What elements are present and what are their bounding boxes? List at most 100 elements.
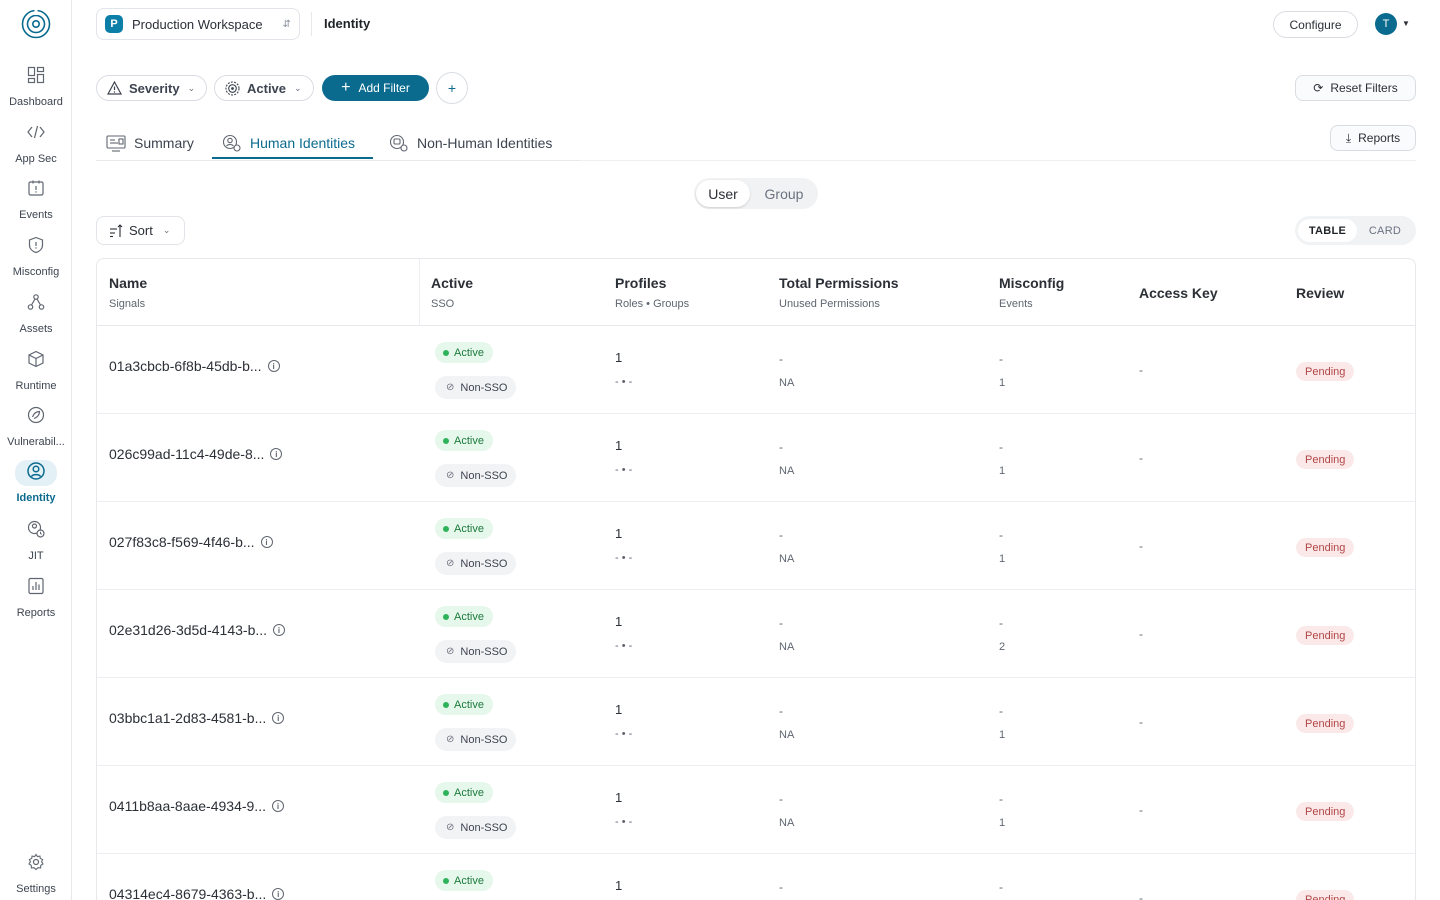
identity-name[interactable]: 026c99ad-11c4-49de-8... i bbox=[109, 446, 283, 462]
sidebar-item-label: App Sec bbox=[15, 153, 57, 165]
reset-filters-label: Reset Filters bbox=[1330, 81, 1398, 95]
active-badge: Active bbox=[435, 342, 493, 363]
column-title: Name bbox=[109, 275, 148, 291]
active-badge: Active bbox=[435, 606, 493, 627]
unused-permissions: NA bbox=[779, 553, 795, 565]
tab-human-identities[interactable]: Human Identities bbox=[222, 126, 355, 160]
info-icon[interactable]: i bbox=[272, 888, 285, 900]
review-status-badge[interactable]: Pending bbox=[1296, 450, 1355, 469]
identity-name[interactable]: 0411b8aa-8aae-4934-9... i bbox=[109, 798, 284, 814]
active-badge-label: Active bbox=[454, 522, 484, 535]
info-icon[interactable]: i bbox=[260, 536, 273, 548]
unused-permissions: NA bbox=[779, 465, 795, 477]
severity-filter[interactable]: Severity ⌄ bbox=[96, 75, 207, 101]
info-icon[interactable]: i bbox=[273, 624, 286, 636]
dashboard-icon bbox=[21, 66, 51, 90]
reports-button[interactable]: ⤓ Reports bbox=[1330, 125, 1416, 151]
cube-icon bbox=[21, 350, 51, 374]
column-title: Total Permissions bbox=[779, 275, 899, 291]
table-row[interactable]: 04314ec4-8679-4363-b... i Active 1 - - - Pendin… bbox=[97, 854, 1415, 900]
reset-filters-button[interactable]: ⟳ Reset Filters bbox=[1295, 75, 1416, 101]
active-tab-indicator bbox=[212, 157, 373, 159]
total-permissions: - bbox=[779, 528, 783, 542]
review-status-badge[interactable]: Pending bbox=[1296, 538, 1355, 557]
sso-badge-label: Non-SSO bbox=[460, 557, 508, 570]
table-row[interactable]: 02e31d26-3d5d-4143-b... i Active ⊘ Non-SSO 1 -… bbox=[97, 590, 1415, 678]
view-table[interactable]: TABLE bbox=[1298, 219, 1357, 242]
sidebar-item-settings[interactable]: Settings bbox=[0, 851, 72, 900]
review-status-badge[interactable]: Pending bbox=[1296, 626, 1355, 645]
profiles-count: 1 bbox=[615, 350, 623, 365]
identity-name[interactable]: 03bbc1a1-2d83-4581-b... i bbox=[109, 710, 285, 726]
sidebar-item-runtime[interactable]: Runtime bbox=[0, 348, 72, 398]
app-logo[interactable] bbox=[20, 8, 52, 40]
sidebar-item-label: Runtime bbox=[15, 380, 57, 392]
workspace-selector[interactable]: P Production Workspace ⇵ bbox=[96, 8, 300, 40]
plus-icon: + bbox=[341, 79, 351, 96]
segment-group[interactable]: Group bbox=[752, 180, 816, 207]
total-permissions: - bbox=[779, 880, 783, 894]
events-icon bbox=[21, 179, 51, 203]
review-status-badge[interactable]: Pending bbox=[1296, 802, 1355, 821]
sort-button[interactable]: Sort ⌄ bbox=[96, 216, 185, 245]
add-filter-button[interactable]: + Add Filter bbox=[322, 75, 429, 101]
sso-badge-label: Non-SSO bbox=[460, 381, 508, 394]
table-row[interactable]: 026c99ad-11c4-49de-8... i Active ⊘ Non-SSO 1 -… bbox=[97, 414, 1415, 502]
info-icon[interactable]: i bbox=[270, 448, 283, 460]
roles-groups: - • - bbox=[615, 728, 633, 740]
summary-icon bbox=[106, 135, 126, 152]
sidebar-item-label: Dashboard bbox=[9, 96, 63, 108]
info-icon[interactable]: i bbox=[271, 800, 284, 812]
sidebar-item-assets[interactable]: Assets bbox=[0, 291, 72, 341]
chevron-updown-icon: ⇵ bbox=[282, 18, 291, 30]
sso-badge-label: Non-SSO bbox=[460, 645, 508, 658]
avatar[interactable]: T bbox=[1375, 13, 1397, 35]
sidebar-item-label: Settings bbox=[16, 883, 56, 895]
caret-down-icon[interactable]: ▼ bbox=[1402, 19, 1410, 28]
view-card[interactable]: CARD bbox=[1357, 219, 1413, 242]
table-row[interactable]: 027f83c8-f569-4f46-b... i Active ⊘ Non-SSO 1 -… bbox=[97, 502, 1415, 590]
review-status-badge[interactable]: Pending bbox=[1296, 890, 1355, 900]
sidebar-item-identity[interactable]: Identity bbox=[0, 458, 72, 508]
segment-user[interactable]: User bbox=[696, 180, 750, 207]
info-icon[interactable]: i bbox=[267, 360, 280, 372]
active-badge-label: Active bbox=[454, 874, 484, 887]
tab-summary[interactable]: Summary bbox=[106, 126, 194, 160]
total-permissions: - bbox=[779, 352, 783, 366]
sidebar-item-reports[interactable]: Reports bbox=[0, 575, 72, 625]
review-status-badge[interactable]: Pending bbox=[1296, 362, 1355, 381]
add-filter-label: Add Filter bbox=[358, 81, 410, 95]
sidebar-item-vulnerability[interactable]: Vulnerabil... bbox=[0, 404, 72, 454]
identity-name-text: 04314ec4-8679-4363-b... bbox=[109, 886, 267, 900]
active-filter[interactable]: Active ⌄ bbox=[214, 75, 314, 101]
profiles-count: 1 bbox=[615, 438, 623, 453]
add-button[interactable]: + bbox=[436, 72, 468, 104]
sidebar-item-label: JIT bbox=[28, 550, 44, 562]
table-row[interactable]: 01a3cbcb-6f8b-45db-b... i Active ⊘ Non-SSO 1 -… bbox=[97, 326, 1415, 414]
column-title: Access Key bbox=[1139, 285, 1218, 301]
table-row[interactable]: 03bbc1a1-2d83-4581-b... i Active ⊘ Non-SSO 1 -… bbox=[97, 678, 1415, 766]
table-row[interactable]: 0411b8aa-8aae-4934-9... i Active ⊘ Non-SSO 1 -… bbox=[97, 766, 1415, 854]
sidebar-item-events[interactable]: Events bbox=[0, 177, 72, 227]
events-count: 1 bbox=[999, 377, 1006, 389]
identity-name-text: 0411b8aa-8aae-4934-9... bbox=[109, 798, 266, 814]
identity-name[interactable]: 02e31d26-3d5d-4143-b... i bbox=[109, 622, 286, 638]
sidebar-item-jit[interactable]: JIT bbox=[0, 518, 72, 568]
sidebar-item-app-sec[interactable]: App Sec bbox=[0, 121, 72, 171]
access-key-value: - bbox=[1139, 539, 1143, 553]
no-sso-icon: ⊘ bbox=[446, 558, 455, 569]
vulnerability-icon bbox=[21, 406, 51, 430]
info-icon[interactable]: i bbox=[272, 712, 285, 724]
sidebar-item-dashboard[interactable]: Dashboard bbox=[0, 64, 72, 114]
total-permissions: - bbox=[779, 440, 783, 454]
sidebar-item-misconfig[interactable]: Misconfig bbox=[0, 234, 72, 284]
active-badge-label: Active bbox=[454, 346, 484, 359]
tab-non-human-identities[interactable]: Non-Human Identities bbox=[389, 126, 552, 160]
review-status-badge[interactable]: Pending bbox=[1296, 714, 1355, 733]
identity-name[interactable]: 01a3cbcb-6f8b-45db-b... i bbox=[109, 358, 280, 374]
events-count: 1 bbox=[999, 553, 1006, 565]
identity-name[interactable]: 04314ec4-8679-4363-b... i bbox=[109, 886, 285, 900]
configure-button[interactable]: Configure bbox=[1273, 11, 1358, 38]
events-count: 1 bbox=[999, 817, 1006, 829]
identity-name[interactable]: 027f83c8-f569-4f46-b... i bbox=[109, 534, 273, 550]
